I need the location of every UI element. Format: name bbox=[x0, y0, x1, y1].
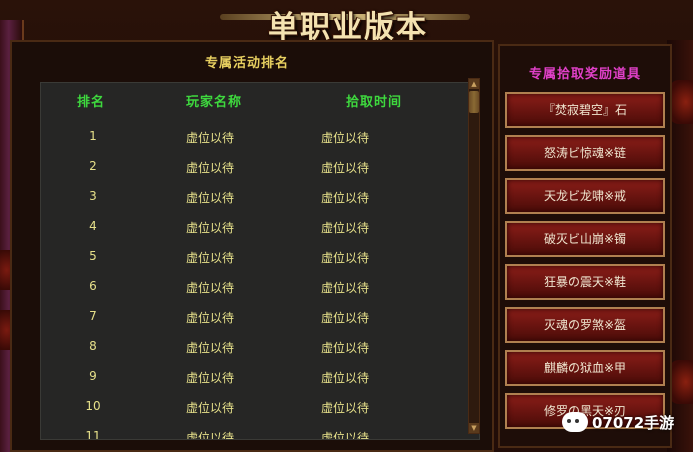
rank-cell: 10 bbox=[85, 399, 101, 413]
scroll-up-icon[interactable]: ▲ bbox=[469, 79, 479, 89]
right-claw-ornament bbox=[669, 360, 693, 404]
table-row: 6 虚位以待 虚位以待 bbox=[41, 271, 479, 301]
time-cell: 虚位以待 bbox=[321, 341, 370, 355]
player-cell: 虚位以待 bbox=[186, 131, 235, 145]
rank-cell: 9 bbox=[89, 369, 97, 383]
ranking-table-header: 排名 玩家名称 拾取时间 bbox=[41, 83, 479, 113]
time-cell: 虚位以待 bbox=[321, 221, 370, 235]
rank-cell: 3 bbox=[89, 189, 97, 203]
rank-cell: 6 bbox=[89, 279, 97, 293]
column-header-rank: 排名 bbox=[77, 95, 106, 110]
time-cell: 虚位以待 bbox=[321, 281, 370, 295]
player-cell: 虚位以待 bbox=[186, 401, 235, 415]
time-cell: 虚位以待 bbox=[321, 371, 370, 385]
player-cell: 虚位以待 bbox=[186, 431, 235, 440]
column-header-player: 玩家名称 bbox=[186, 95, 243, 110]
player-cell: 虚位以待 bbox=[186, 311, 235, 325]
scroll-thumb[interactable] bbox=[469, 91, 479, 113]
rank-cell: 8 bbox=[89, 339, 97, 353]
rank-cell: 7 bbox=[89, 309, 97, 323]
reward-items-panel: 专属拾取奖励道具 『焚寂碧空』石 怒涛ビ惊魂※链 天龙ビ龙啸※戒 破灭ビ山崩※镯… bbox=[498, 44, 672, 448]
table-row: 10 虚位以待 虚位以待 bbox=[41, 391, 479, 421]
table-row: 11 虚位以待 虚位以待 bbox=[41, 421, 479, 440]
rank-cell: 2 bbox=[89, 159, 97, 173]
scroll-down-icon[interactable]: ▼ bbox=[469, 423, 479, 433]
reward-item-button[interactable]: 麒麟の狱血※甲 bbox=[505, 350, 665, 386]
wechat-icon bbox=[562, 412, 588, 432]
player-cell: 虚位以待 bbox=[186, 191, 235, 205]
player-cell: 虚位以待 bbox=[186, 221, 235, 235]
time-cell: 虚位以待 bbox=[321, 311, 370, 325]
table-row: 2 虚位以待 虚位以待 bbox=[41, 151, 479, 181]
reward-item-button[interactable]: 灭魂の罗煞※盔 bbox=[505, 307, 665, 343]
player-cell: 虚位以待 bbox=[186, 281, 235, 295]
table-row: 5 虚位以待 虚位以待 bbox=[41, 241, 479, 271]
reward-item-button[interactable]: 天龙ビ龙啸※戒 bbox=[505, 178, 665, 214]
rank-cell: 5 bbox=[89, 249, 97, 263]
time-cell: 虚位以待 bbox=[321, 161, 370, 175]
player-cell: 虚位以待 bbox=[186, 161, 235, 175]
rank-cell: 4 bbox=[89, 219, 97, 233]
time-cell: 虚位以待 bbox=[321, 131, 370, 145]
player-cell: 虚位以待 bbox=[186, 341, 235, 355]
reward-item-button[interactable]: 破灭ビ山崩※镯 bbox=[505, 221, 665, 257]
watermark-text: 07072手游 bbox=[592, 414, 675, 432]
rank-cell: 1 bbox=[89, 129, 97, 143]
player-cell: 虚位以待 bbox=[186, 251, 235, 265]
column-header-time: 拾取时间 bbox=[346, 95, 403, 110]
player-cell: 虚位以待 bbox=[186, 371, 235, 385]
window-title: 单职业版本 bbox=[268, 10, 428, 45]
right-claw-ornament bbox=[669, 80, 693, 124]
reward-items-heading: 专属拾取奖励道具 bbox=[528, 67, 641, 82]
table-row: 9 虚位以待 虚位以待 bbox=[41, 361, 479, 391]
table-row: 4 虚位以待 虚位以待 bbox=[41, 211, 479, 241]
watermark: 07072手游 bbox=[562, 410, 692, 436]
time-cell: 虚位以待 bbox=[321, 401, 370, 415]
table-row: 8 虚位以待 虚位以待 bbox=[41, 331, 479, 361]
reward-item-button[interactable]: 『焚寂碧空』石 bbox=[505, 92, 665, 128]
time-cell: 虚位以待 bbox=[321, 251, 370, 265]
reward-item-button[interactable]: 狂暴の震天※鞋 bbox=[505, 264, 665, 300]
rank-cell: 11 bbox=[85, 429, 101, 440]
ranking-rows: 1 虚位以待 虚位以待 2 虚位以待 虚位以待 3 虚位以待 虚位以待 4 虚位… bbox=[41, 121, 479, 440]
ranking-scrollbar[interactable]: ▲ ▼ bbox=[468, 78, 480, 434]
time-cell: 虚位以待 bbox=[321, 431, 370, 440]
ranking-table: 排名 玩家名称 拾取时间 1 虚位以待 虚位以待 2 虚位以待 虚位以待 3 虚… bbox=[40, 82, 480, 440]
table-row: 3 虚位以待 虚位以待 bbox=[41, 181, 479, 211]
table-row: 1 虚位以待 虚位以待 bbox=[41, 121, 479, 151]
game-window: 单职业版本 专属活动排名 排名 玩家名称 拾取时间 1 虚位以待 虚位以待 2 … bbox=[0, 0, 693, 452]
activity-ranking-panel: 专属活动排名 排名 玩家名称 拾取时间 1 虚位以待 虚位以待 2 虚位以待 虚… bbox=[10, 40, 494, 452]
reward-item-button[interactable]: 怒涛ビ惊魂※链 bbox=[505, 135, 665, 171]
activity-ranking-heading: 专属活动排名 bbox=[205, 56, 290, 71]
time-cell: 虚位以待 bbox=[321, 191, 370, 205]
table-row: 7 虚位以待 虚位以待 bbox=[41, 301, 479, 331]
